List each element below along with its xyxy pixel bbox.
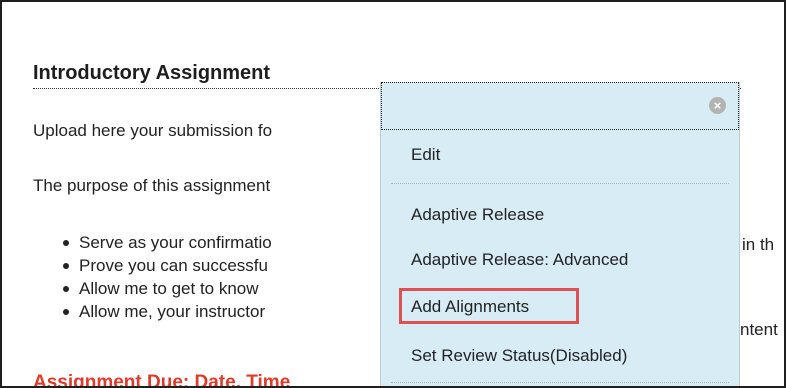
menu-item-adaptive-release-advanced[interactable]: Adaptive Release: Advanced xyxy=(411,250,628,270)
upload-instructions: Upload here your submission fo xyxy=(33,121,273,140)
menu-divider xyxy=(391,382,729,383)
close-icon[interactable]: × xyxy=(709,97,726,114)
assignment-title[interactable]: Introductory Assignment xyxy=(33,61,270,85)
due-date-text: Assignment Due: Date, Time xyxy=(33,372,291,388)
text-fragment: ntent xyxy=(740,320,778,339)
menu-item-set-review-status[interactable]: Set Review Status(Disabled) xyxy=(411,346,627,366)
purpose-list: Serve as your confirmatio Prove you can … xyxy=(61,231,272,323)
list-item: Serve as your confirmatio xyxy=(61,231,272,254)
menu-item-edit[interactable]: Edit xyxy=(411,145,440,165)
text-fragment: in th xyxy=(742,235,775,254)
menu-divider xyxy=(391,183,729,184)
menu-header: × xyxy=(381,82,739,130)
menu-item-adaptive-release[interactable]: Adaptive Release xyxy=(411,205,544,225)
list-item: Allow me, your instructor xyxy=(61,300,272,323)
screenshot-frame: Introductory Assignment Upload here your… xyxy=(0,0,786,388)
context-menu: × Edit Adaptive Release Adaptive Release… xyxy=(380,82,740,386)
menu-item-add-alignments[interactable]: Add Alignments xyxy=(411,297,529,317)
list-item: Allow me to get to know xyxy=(61,277,272,300)
purpose-text: The purpose of this assignment xyxy=(33,176,271,195)
list-item: Prove you can successfu xyxy=(61,254,272,277)
